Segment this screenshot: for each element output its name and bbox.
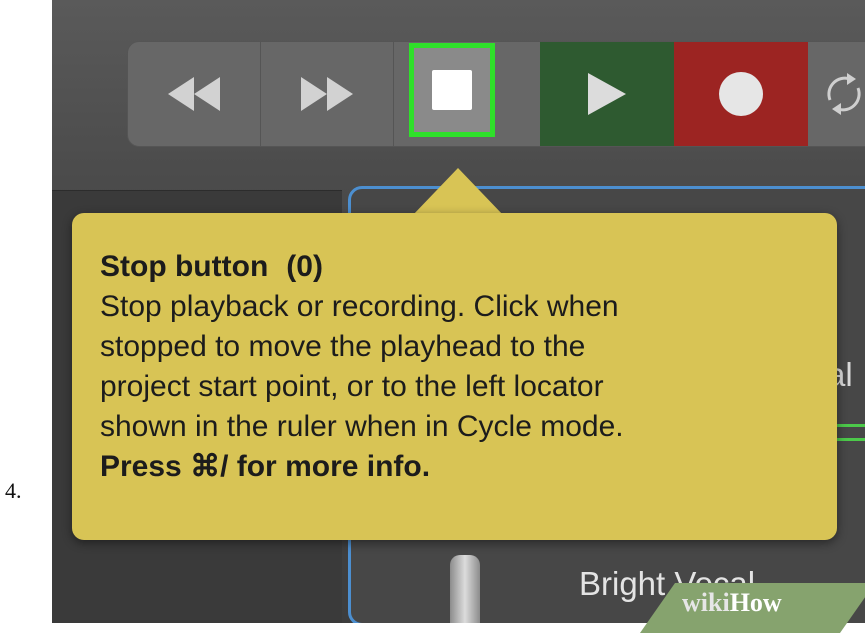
- stop-icon: [432, 70, 472, 110]
- tooltip-line: Stop playback or recording. Click when: [100, 290, 619, 323]
- cycle-icon: [827, 73, 861, 115]
- microphone-icon: [450, 555, 480, 623]
- tooltip-footer: Press ⌘/ for more info.: [100, 450, 431, 483]
- record-button[interactable]: [674, 42, 808, 146]
- tooltip-shortcut: (0): [286, 250, 323, 283]
- stop-button-highlight[interactable]: [409, 43, 495, 137]
- play-button[interactable]: [540, 42, 674, 146]
- fast-forward-button[interactable]: [261, 42, 393, 146]
- stop-button-tooltip: Stop button (0) Stop playback or recordin…: [72, 213, 837, 540]
- play-icon: [588, 73, 626, 115]
- transport-bar: [127, 41, 865, 147]
- cycle-button[interactable]: [808, 42, 865, 146]
- tooltip-title: Stop button (0): [100, 250, 323, 283]
- tooltip-text: Stop button (0) Stop playback or recordin…: [100, 247, 820, 487]
- rewind-icon: [168, 77, 220, 111]
- watermark-logo: wikiHow: [682, 588, 782, 617]
- record-icon: [719, 72, 763, 116]
- garageband-screenshot: al Bright Vocal Stop button (0) Stop play…: [52, 0, 865, 623]
- tooltip-arrow: [412, 168, 504, 216]
- step-number: 4.: [5, 478, 22, 503]
- tooltip-line: stopped to move the playhead to the: [100, 330, 586, 363]
- rewind-button[interactable]: [128, 42, 260, 146]
- tooltip-line: project start point, or to the left loca…: [100, 370, 604, 403]
- tooltip-line: shown in the ruler when in Cycle mode.: [100, 410, 624, 443]
- fast-forward-icon: [301, 77, 353, 111]
